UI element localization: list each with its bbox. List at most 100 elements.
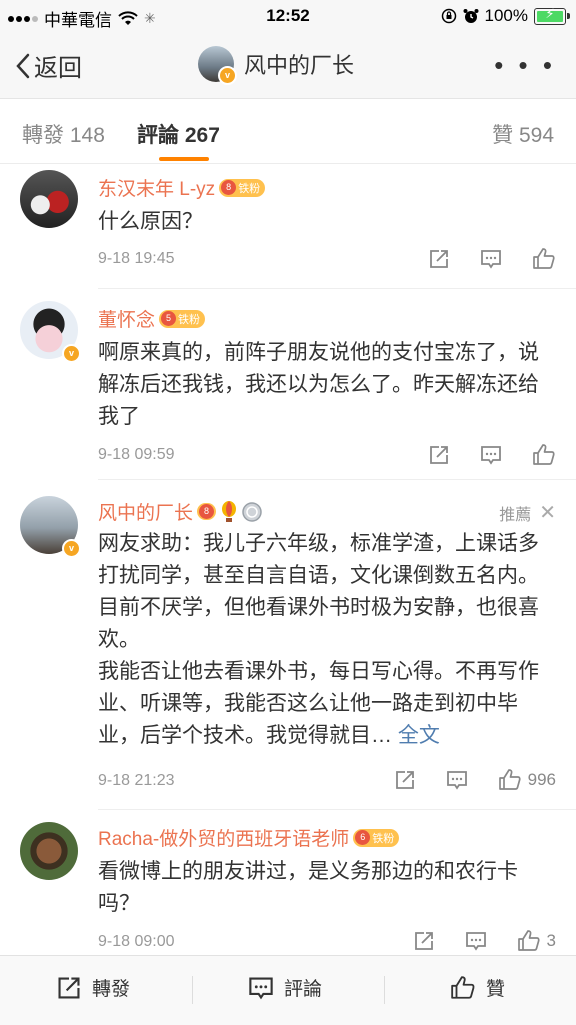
comment-author[interactable]: 董怀念 5 铁粉 <box>98 305 206 332</box>
share-button[interactable] <box>413 930 435 952</box>
like-button[interactable]: 3 <box>517 929 556 953</box>
comment-text: 什么原因？ <box>98 210 203 233</box>
comment-text: 看微博上的朋友讲过，是义务那边的和农行卡吗？ <box>98 860 518 915</box>
heart-level-icon: 8 <box>199 504 215 519</box>
chevron-left-icon <box>16 53 30 79</box>
author-name: Racha-做外贸的西班牙语老师 <box>98 829 350 850</box>
like-button[interactable]: 贊 <box>450 974 505 1001</box>
comment-text-paragraph: 我能否让他去看课外书，每日写心得。不再写作业、听课等，我能否这么让他一路走到初中… <box>98 660 539 747</box>
like-button[interactable]: 996 <box>498 768 556 792</box>
like-button[interactable] <box>532 443 556 467</box>
author-name: 董怀念 <box>98 310 156 331</box>
verified-icon: v <box>62 344 81 363</box>
avatar[interactable] <box>20 170 78 228</box>
comment-actions: 3 <box>413 929 556 953</box>
status-bar: 中華電信 ✳ 12:52 100% ⚡ <box>0 0 576 32</box>
status-right: 100% ⚡ <box>441 6 570 26</box>
share-icon <box>395 771 414 789</box>
repost-label: 轉發 <box>92 979 131 1000</box>
comment-actions: 996 <box>394 768 556 792</box>
fan-badge: 8 <box>197 503 217 520</box>
pinned-label: 推薦 ✕ <box>499 500 556 525</box>
alarm-icon <box>463 8 479 24</box>
author-name: 东汉末年 L-yz <box>98 179 216 200</box>
author-name: 风中的厂长 <box>98 503 194 524</box>
tab-bar: 轉發 148 評論 267 贊 594 <box>0 99 576 164</box>
close-icon[interactable]: ✕ <box>539 500 556 525</box>
bottom-toolbar: 轉發 評論 贊 <box>0 955 576 1025</box>
comment-item: v 董怀念 5 铁粉 啊原来真的，前阵子朋友说他的支付宝冻了，说解冻后还我钱，我还… <box>0 289 576 480</box>
comment-actions <box>428 247 556 271</box>
comment-item-pinned: v 风中的厂长 8 推薦 ✕ 网友求助：我儿子六年级，标准学渣，上课话多打扰同学… <box>0 480 576 810</box>
fan-badge: 5 铁粉 <box>159 309 206 328</box>
page-title: 风中的厂长 <box>244 53 355 78</box>
share-icon <box>430 446 448 464</box>
comment-time: 9-18 21:23 <box>98 772 175 789</box>
orientation-lock-icon <box>441 8 457 24</box>
reply-button[interactable] <box>465 930 487 952</box>
comment-actions <box>428 443 556 467</box>
verified-icon: v <box>62 539 81 558</box>
share-button[interactable] <box>394 769 416 791</box>
reply-button[interactable] <box>480 444 502 466</box>
comment-button[interactable]: 評論 <box>248 974 322 1001</box>
comment-text: 啊原来真的，前阵子朋友说他的支付宝冻了，说解冻后还我钱，我还以为怎么了。昨天解冻… <box>98 341 539 428</box>
tab-like[interactable]: 贊 594 <box>492 119 554 149</box>
fan-badge: 6 铁粉 <box>353 828 400 847</box>
tab-comment[interactable]: 評論 267 <box>137 119 220 149</box>
divider <box>384 976 385 1004</box>
navigation-bar: 返回 v 风中的厂长 • • • <box>0 32 576 99</box>
comment-icon <box>481 250 501 269</box>
reply-button[interactable] <box>480 248 502 270</box>
repost-button[interactable]: 轉發 <box>56 974 130 1001</box>
thumbs-up-icon <box>498 769 521 790</box>
comment-author[interactable]: 风中的厂长 8 <box>98 498 262 525</box>
thumbs-up-icon <box>451 975 475 999</box>
like-count: 3 <box>546 931 556 950</box>
comment-time: 9-18 09:59 <box>98 446 175 463</box>
battery-icon: ⚡ <box>534 6 570 25</box>
comment-icon <box>249 976 273 999</box>
back-button[interactable]: 返回 <box>16 48 82 83</box>
divider <box>192 976 193 1004</box>
comment-author[interactable]: Racha-做外贸的西班牙语老师 6 铁粉 <box>98 824 400 851</box>
full-text-link[interactable]: 全文 <box>398 724 440 747</box>
avatar[interactable] <box>20 822 78 880</box>
comment-author[interactable]: 东汉末年 L-yz 8 铁粉 <box>98 174 266 201</box>
share-icon <box>414 932 433 950</box>
share-button[interactable] <box>428 444 450 466</box>
comment-item: 东汉末年 L-yz 8 铁粉 什么原因？ 9-18 19:45 <box>0 164 576 289</box>
share-icon <box>58 976 80 999</box>
reply-button[interactable] <box>446 769 468 791</box>
like-label: 贊 <box>486 979 506 1000</box>
heart-level-icon: 8 <box>221 180 237 195</box>
like-count: 996 <box>527 770 556 789</box>
comment-icon <box>465 932 486 951</box>
nav-user[interactable]: v 风中的厂长 <box>198 46 355 85</box>
balloon-icon <box>220 500 238 523</box>
thumbs-up-icon <box>533 248 555 269</box>
comment-text: 网友求助：我儿子六年级，标准学渣，上课话多打扰同学，甚至自言自语，文化课倒数五名… <box>98 528 550 752</box>
comment-label: 評論 <box>284 979 323 1000</box>
like-button[interactable] <box>532 247 556 271</box>
thumbs-up-icon <box>533 444 555 465</box>
comment-item: Racha-做外贸的西班牙语老师 6 铁粉 看微博上的朋友讲过，是义务那边的和农行… <box>0 810 576 955</box>
comment-time: 9-18 09:00 <box>98 933 175 950</box>
verified-icon: v <box>218 66 237 85</box>
more-button[interactable]: • • • <box>494 50 556 81</box>
comment-icon <box>481 446 501 465</box>
share-button[interactable] <box>428 248 450 270</box>
heart-level-icon: 6 <box>355 830 371 845</box>
heart-level-icon: 5 <box>161 311 177 326</box>
back-label: 返回 <box>34 55 82 82</box>
share-icon <box>430 250 448 268</box>
comment-text-paragraph: 网友求助：我儿子六年级，标准学渣，上课话多打扰同学，甚至自言自语，文化课倒数五名… <box>98 532 539 651</box>
thumbs-up-icon <box>517 930 540 951</box>
battery-percent: 100% <box>484 6 528 25</box>
tab-repost[interactable]: 轉發 148 <box>22 119 105 149</box>
medal-icon <box>242 501 262 522</box>
avatar[interactable]: v <box>198 46 237 85</box>
comment-icon <box>446 771 467 790</box>
fan-badge: 8 铁粉 <box>219 178 266 197</box>
comment-time: 9-18 19:45 <box>98 250 175 267</box>
